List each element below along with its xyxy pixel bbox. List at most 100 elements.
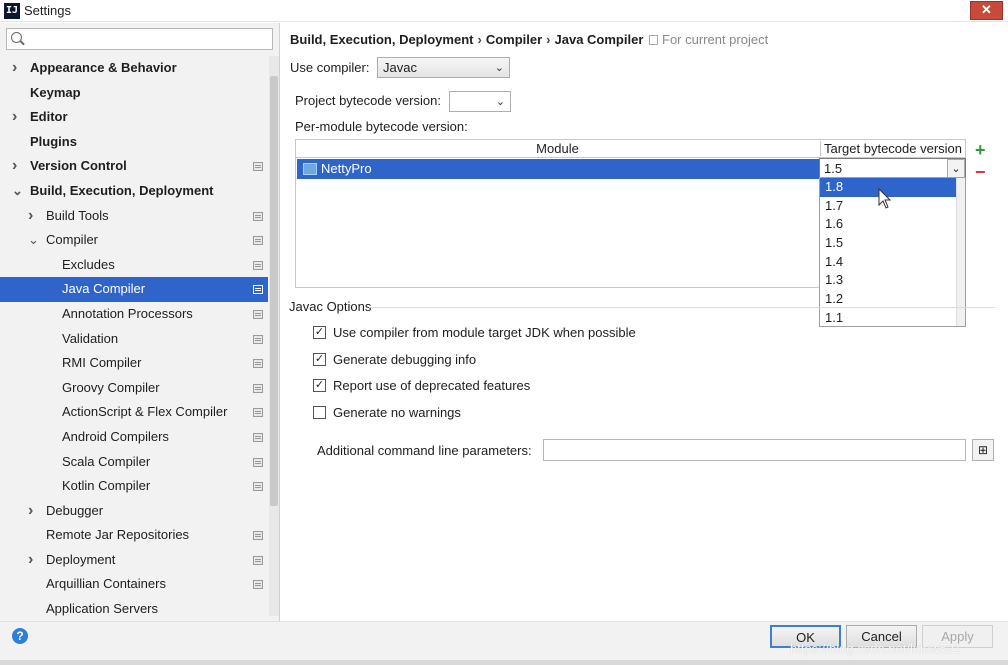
scrollbar-thumb[interactable] [270,76,278,506]
tree-item-version-control[interactable]: Version Control [0,154,268,179]
close-button[interactable]: ✕ [970,1,1003,20]
project-scope-icon [253,211,263,221]
tree-item-compiler[interactable]: Compiler [0,228,268,253]
module-icon [303,163,317,175]
tree-item-rmi-compiler[interactable]: RMI Compiler [0,351,268,376]
tree-item-plugins[interactable]: Plugins [0,130,268,155]
chevron-down-icon: ⌄ [494,62,504,74]
mouse-cursor-icon [878,188,892,209]
tree-item-validation[interactable]: Validation [0,327,268,352]
tree-item-appearance[interactable]: Appearance & Behavior [0,56,268,81]
search-input[interactable] [6,28,273,50]
tree-item-java-compiler[interactable]: Java Compiler [0,277,268,302]
project-scope-icon [253,482,263,492]
tree-item-debugger[interactable]: Debugger [0,499,268,524]
project-bytecode-select[interactable]: ⌄ [449,91,511,112]
dropdown-option[interactable]: 1.6 [820,215,956,234]
checkbox-label: Use compiler from module target JDK when… [333,325,636,340]
project-scope-icon [253,162,263,172]
settings-content: Build, Execution, Deployment › Compiler › Ja… [281,23,1008,621]
remove-icon[interactable]: − [975,163,986,181]
project-scope-icon [253,334,263,344]
params-input[interactable] [543,439,966,461]
dropdown-option[interactable]: 1.3 [820,271,956,290]
help-icon[interactable]: ? [12,628,28,644]
watermark: https://blog.csdn.net/lidew521 [790,641,962,656]
project-scope-icon [253,309,263,319]
dropdown-scrollbar[interactable] [956,178,965,326]
project-scope-icon [253,432,263,442]
tree-item-build-execution-deployment[interactable]: Build, Execution, Deployment [0,179,268,204]
group-divider [369,307,995,308]
tree-item-build-tools[interactable]: Build Tools [0,204,268,229]
chevron-right-icon[interactable] [12,105,17,130]
column-target-bytecode[interactable]: Target bytecode version [820,141,965,156]
target-bytecode-value[interactable]: 1.5 [824,161,842,176]
table-row[interactable]: NettyPro [297,159,820,179]
breadcrumb-separator: › [546,32,551,47]
javac-options-title: Javac Options [289,299,372,314]
tree-item-keymap[interactable]: Keymap [0,81,268,106]
tree-item-remote-jar-repositories[interactable]: Remote Jar Repositories [0,523,268,548]
use-compiler-select[interactable]: Javac ⌄ [377,57,510,78]
tree-item-actionscript-flex-compiler[interactable]: ActionScript & Flex Compiler [0,400,268,425]
checkbox-box[interactable]: ✓ [313,379,326,392]
chevron-right-icon[interactable] [12,154,17,179]
project-scope-icon [253,531,263,541]
intellij-icon: IJ [4,3,20,19]
chevron-right-icon[interactable] [28,204,33,229]
checkbox-label: Generate no warnings [333,405,461,420]
dropdown-option[interactable]: 1.5 [820,234,956,253]
dropdown-option[interactable]: 1.1 [820,309,956,328]
tree-item-arquillian-containers[interactable]: Arquillian Containers [0,572,268,597]
checkbox-box[interactable]: ✓ [313,353,326,366]
tree-item-excludes[interactable]: Excludes [0,253,268,278]
settings-tree: Appearance & Behavior Keymap Editor Plug… [0,56,268,622]
dropdown-option[interactable]: 1.2 [820,290,956,309]
tree-item-groovy-compiler[interactable]: Groovy Compiler [0,376,268,401]
breadcrumb-item: Build, Execution, Deployment [290,32,474,47]
expand-icon[interactable]: ⊞ [972,439,994,461]
chevron-right-icon[interactable] [28,499,33,524]
breadcrumb-separator: › [477,32,482,47]
title-bar: IJ Settings ✕ [0,0,1008,22]
module-name: NettyPro [321,161,372,176]
tree-item-android-compilers[interactable]: Android Compilers [0,425,268,450]
checkbox-label: Generate debugging info [333,352,477,367]
dropdown-option[interactable]: 1.4 [820,253,956,272]
taskbar-strip [0,660,1008,665]
chevron-down-icon: ⌄ [495,96,505,108]
tree-item-editor[interactable]: Editor [0,105,268,130]
tree-item-annotation-processors[interactable]: Annotation Processors [0,302,268,327]
target-bytecode-editor[interactable]: 1.5 ⌄ [819,158,966,179]
search-icon [11,32,22,43]
chevron-down-icon[interactable]: ⌄ [947,159,965,178]
project-scope-icon [253,408,263,418]
chevron-down-icon[interactable] [12,179,23,204]
project-scope-icon [253,457,263,467]
tree-item-deployment[interactable]: Deployment [0,548,268,573]
checkbox-box[interactable]: ✓ [313,326,326,339]
chevron-right-icon[interactable] [12,56,17,81]
sidebar-scrollbar[interactable] [269,56,279,616]
project-scope-icon [253,580,263,590]
tree-item-scala-compiler[interactable]: Scala Compiler [0,450,268,475]
chevron-down-icon[interactable] [28,228,39,253]
table-header: Module Target bytecode version [296,140,965,158]
tree-item-application-servers[interactable]: Application Servers [0,597,268,622]
project-scope-icon [253,359,263,369]
add-icon[interactable]: + [975,141,986,159]
scope-label: For current project [662,32,769,47]
project-scope-icon [253,555,263,565]
chevron-right-icon[interactable] [28,548,33,573]
project-scope-icon [253,285,263,295]
project-bytecode-label: Project bytecode version: [295,93,441,108]
checkbox-box[interactable] [313,406,326,419]
tree-item-kotlin-compiler[interactable]: Kotlin Compiler [0,474,268,499]
target-bytecode-dropdown[interactable]: 1.8 1.7 1.6 1.5 1.4 1.3 1.2 1.1 [819,177,966,327]
scope-hint: For current project [649,32,768,47]
column-module[interactable]: Module [296,141,819,156]
use-compiler-label: Use compiler: [290,60,370,75]
project-scope-icon [253,260,263,270]
breadcrumb: Build, Execution, Deployment › Compiler › Ja… [290,32,643,47]
